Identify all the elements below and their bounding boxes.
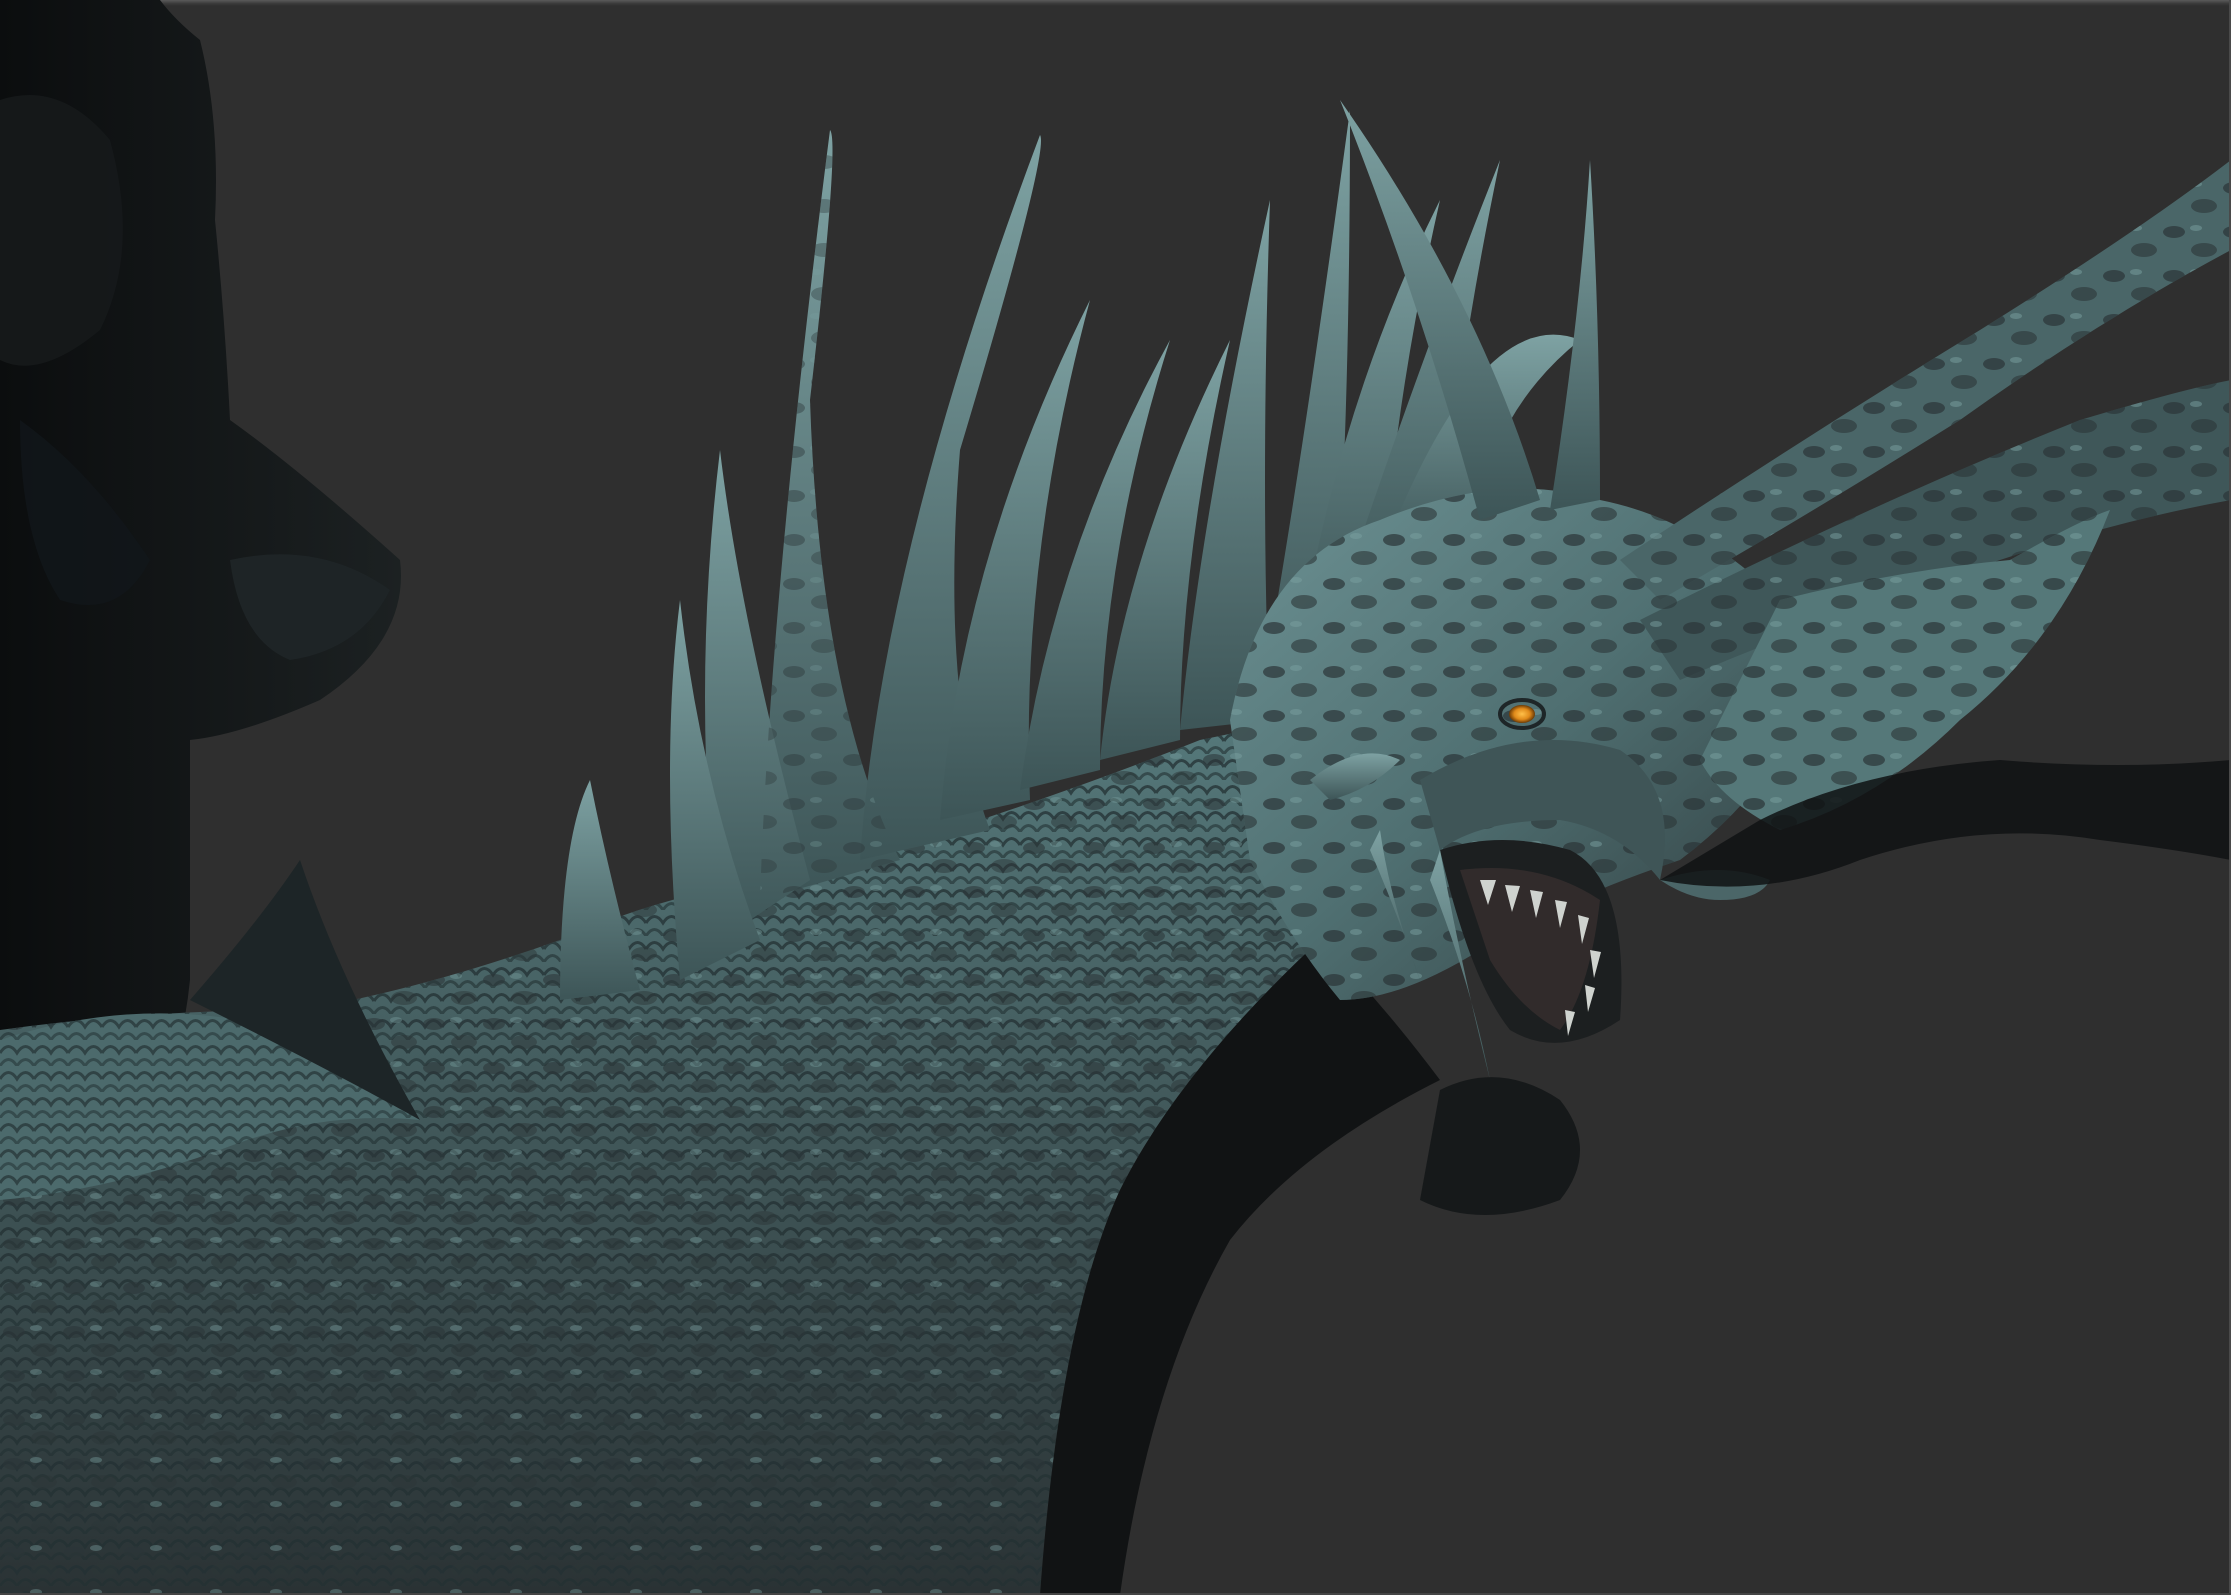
- 3d-viewport-canvas[interactable]: [0, 0, 2231, 1595]
- sculpting-app-window: [0, 0, 2231, 1595]
- dragon-head: [1230, 100, 2231, 1080]
- dragon-eye: [1509, 705, 1535, 723]
- dragon-render[interactable]: [0, 0, 2231, 1595]
